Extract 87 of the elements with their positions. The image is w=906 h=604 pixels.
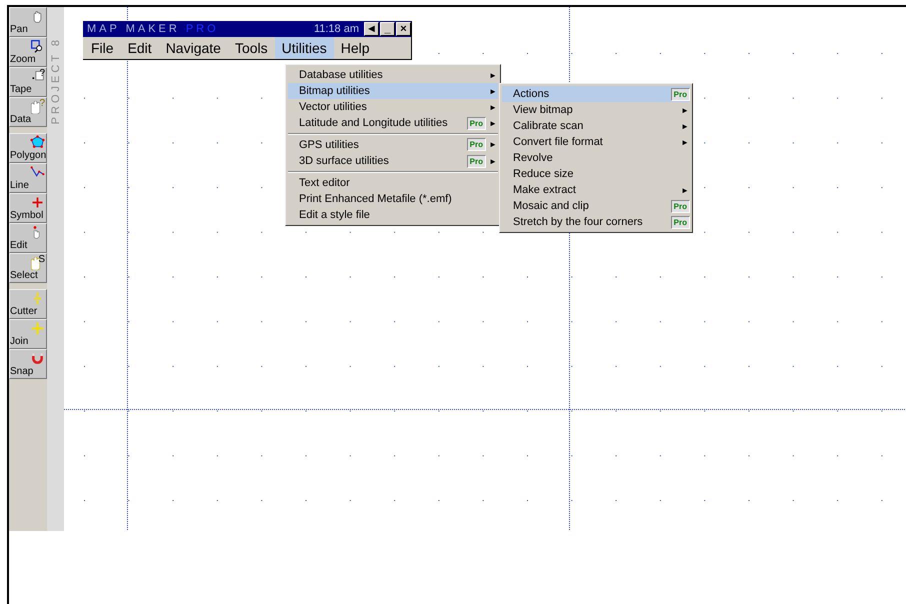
pro-badge: Pro bbox=[466, 116, 486, 130]
option-label: View bitmap bbox=[513, 104, 573, 116]
icon-mark: ? bbox=[39, 68, 45, 79]
option-label: Actions bbox=[513, 88, 550, 100]
tool-button[interactable]: Line bbox=[9, 163, 47, 193]
option-label: Latitude and Longitude utilities bbox=[299, 117, 448, 129]
menu-item[interactable]: Help bbox=[334, 37, 377, 59]
icon-mark: ? bbox=[39, 98, 45, 109]
pro-badge: Pro bbox=[466, 154, 486, 168]
pro-badge: Pro bbox=[466, 138, 486, 151]
option-label: Bitmap utilities bbox=[299, 85, 370, 97]
tool-icon bbox=[31, 101, 40, 114]
menu-item[interactable]: File bbox=[84, 37, 121, 59]
menu-item[interactable]: Tools bbox=[228, 37, 275, 59]
menu-option[interactable]: Mosaic and clip Pro bbox=[502, 198, 690, 214]
pro-badge: Pro bbox=[670, 216, 690, 228]
option-label: Vector utilities bbox=[299, 101, 367, 113]
tool-button[interactable]: Symbol bbox=[9, 193, 47, 223]
option-label: Convert file format bbox=[513, 136, 603, 148]
menu-option[interactable]: Latitude and Longitude utilities Pro ► bbox=[288, 115, 498, 131]
submenu-arrow: ► bbox=[681, 106, 690, 114]
tool-button[interactable]: Zoom bbox=[9, 37, 47, 67]
submenu-arrow: ► bbox=[681, 186, 690, 194]
tool-button[interactable]: ? Tape bbox=[9, 67, 47, 97]
option-label: Mosaic and clip bbox=[513, 200, 589, 212]
option-label: Make extract bbox=[513, 184, 576, 196]
option-label: Edit a style file bbox=[299, 209, 370, 221]
menu-option[interactable]: Make extract ► bbox=[502, 182, 690, 198]
menu-option[interactable]: Database utilities ► bbox=[288, 67, 498, 83]
tool-button[interactable]: Polygon bbox=[9, 133, 47, 163]
option-label: Print Enhanced Metafile (*.emf) bbox=[299, 193, 452, 205]
menu-option[interactable]: Stretch by the four corners Pro bbox=[502, 214, 690, 230]
tool-icon bbox=[30, 135, 45, 150]
tool-button[interactable]: Edit bbox=[9, 223, 47, 253]
window-control[interactable]: × bbox=[396, 22, 411, 36]
option-label: Text editor bbox=[299, 176, 350, 188]
tool-button[interactable]: Pan bbox=[9, 7, 47, 37]
submenu-arrow: ► bbox=[681, 138, 690, 146]
window-control[interactable]: ◄ bbox=[364, 22, 379, 36]
window-control[interactable]: _ bbox=[380, 22, 395, 36]
option-label: Stretch by the four corners bbox=[513, 216, 643, 228]
icon-mark: S bbox=[38, 254, 45, 265]
submenu-arrow: ► bbox=[489, 70, 498, 80]
project-label: PROJECT 8 bbox=[50, 37, 62, 124]
submenu-arrow: ► bbox=[681, 122, 690, 130]
tool-icon bbox=[30, 321, 45, 336]
tool-icon bbox=[30, 195, 45, 210]
tool-button[interactable]: Cutter bbox=[9, 289, 47, 319]
menu-option[interactable]: Revolve bbox=[502, 150, 690, 166]
submenu-arrow: ► bbox=[489, 102, 498, 112]
menu-option[interactable]: Print Enhanced Metafile (*.emf) bbox=[288, 191, 498, 207]
title-suffix: PRO bbox=[186, 23, 219, 35]
pro-badge: Pro bbox=[670, 88, 690, 100]
menu-item[interactable]: Utilities bbox=[274, 37, 334, 59]
menu-option[interactable]: GPS utilities Pro ► bbox=[288, 133, 498, 153]
option-label: Reduce size bbox=[513, 168, 574, 180]
submenu-arrow: ► bbox=[489, 86, 498, 96]
menu-option[interactable]: Edit a style file bbox=[288, 207, 498, 223]
tool-button[interactable]: Join bbox=[9, 319, 47, 349]
menu-option[interactable]: Calibrate scan ► bbox=[502, 118, 690, 134]
clock-time: 11:18 am bbox=[314, 23, 359, 35]
menu-option[interactable]: Vector utilities ► bbox=[288, 99, 498, 115]
submenu-arrow: ► bbox=[489, 118, 498, 128]
option-label: GPS utilities bbox=[299, 138, 359, 150]
menu-option[interactable]: Text editor bbox=[288, 171, 498, 191]
menu-option[interactable]: 3D surface utilities Pro ► bbox=[288, 153, 498, 169]
submenu-arrow: ► bbox=[489, 140, 498, 149]
tool-icon bbox=[30, 39, 45, 54]
pro-badge: Pro bbox=[670, 200, 690, 212]
menu-option[interactable]: View bitmap ► bbox=[502, 102, 690, 118]
menu-option[interactable]: Actions Pro bbox=[502, 86, 690, 102]
option-label: Database utilities bbox=[299, 69, 383, 81]
tool-icon bbox=[31, 257, 40, 270]
menu-option[interactable]: Reduce size bbox=[502, 166, 690, 182]
tool-button[interactable]: Snap bbox=[9, 349, 47, 379]
menu-option[interactable]: Bitmap utilities ► bbox=[288, 83, 498, 99]
option-label: Calibrate scan bbox=[513, 120, 584, 132]
window-title: MAP MAKER bbox=[87, 23, 180, 35]
tool-button[interactable]: S Select bbox=[9, 253, 47, 283]
submenu-arrow: ► bbox=[489, 156, 498, 166]
option-label: Revolve bbox=[513, 152, 553, 164]
option-label: 3D surface utilities bbox=[299, 155, 389, 167]
menu-item[interactable]: Navigate bbox=[158, 37, 228, 59]
tool-button[interactable]: ? Data bbox=[9, 97, 47, 127]
menu-option[interactable]: Convert file format ► bbox=[502, 134, 690, 150]
menu-item[interactable]: Edit bbox=[120, 37, 159, 59]
tool-icon bbox=[30, 351, 45, 366]
